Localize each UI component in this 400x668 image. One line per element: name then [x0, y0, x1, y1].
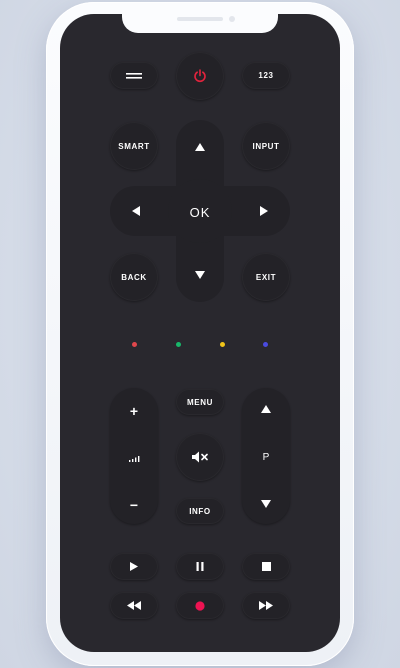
phone-camera — [229, 16, 235, 22]
dpad-up-button[interactable] — [184, 132, 216, 162]
volume-up-button[interactable]: + — [110, 396, 158, 426]
arrow-right-icon — [260, 206, 268, 216]
input-button[interactable]: INPUT — [242, 122, 290, 170]
back-button[interactable]: BACK — [110, 253, 158, 301]
arrow-left-icon — [132, 206, 140, 216]
color-key-red[interactable] — [132, 342, 137, 347]
power-button[interactable] — [176, 52, 224, 100]
arrow-up-icon — [195, 143, 205, 151]
smart-button[interactable]: SMART — [110, 122, 158, 170]
dpad-right-button[interactable] — [248, 196, 280, 226]
play-button[interactable] — [110, 553, 158, 580]
color-key-blue[interactable] — [263, 342, 268, 347]
phone-speaker — [177, 17, 223, 21]
volume-down-button[interactable]: − — [110, 490, 158, 520]
play-icon — [130, 562, 138, 571]
channel-up-button[interactable] — [242, 394, 290, 424]
arrow-up-icon — [261, 405, 271, 413]
rewind-button[interactable] — [110, 592, 158, 619]
dpad-down-button[interactable] — [184, 260, 216, 290]
dpad-left-button[interactable] — [120, 196, 152, 226]
arrow-down-icon — [195, 271, 205, 279]
pause-button[interactable] — [176, 553, 224, 580]
mute-button[interactable] — [176, 433, 224, 481]
volume-level-indicator — [110, 443, 158, 473]
ok-button[interactable]: OK — [174, 186, 226, 238]
channel-label: P — [262, 451, 270, 463]
mute-icon — [192, 451, 208, 463]
stop-button[interactable] — [242, 553, 290, 580]
record-button[interactable] — [176, 592, 224, 619]
info-button[interactable]: INFO — [176, 498, 224, 524]
exit-button[interactable]: EXIT — [242, 253, 290, 301]
rewind-icon — [127, 601, 141, 610]
stage: 123 SMART INPUT OK BACK EXIT + − MENU IN… — [0, 0, 400, 668]
menu-button[interactable] — [110, 62, 158, 89]
record-icon — [195, 600, 205, 611]
color-key-green[interactable] — [176, 342, 181, 347]
signal-bars-icon — [128, 455, 139, 462]
fast-forward-button[interactable] — [242, 592, 290, 619]
fast-forward-icon — [259, 601, 273, 610]
channel-down-button[interactable] — [242, 489, 290, 519]
color-key-yellow[interactable] — [220, 342, 225, 347]
hamburger-icon — [126, 72, 142, 79]
pause-icon — [196, 562, 204, 571]
stop-icon — [261, 562, 271, 571]
power-icon — [194, 69, 206, 83]
tv-menu-button[interactable]: MENU — [176, 389, 224, 415]
arrow-down-icon — [261, 500, 271, 508]
number-pad-button[interactable]: 123 — [242, 62, 290, 89]
